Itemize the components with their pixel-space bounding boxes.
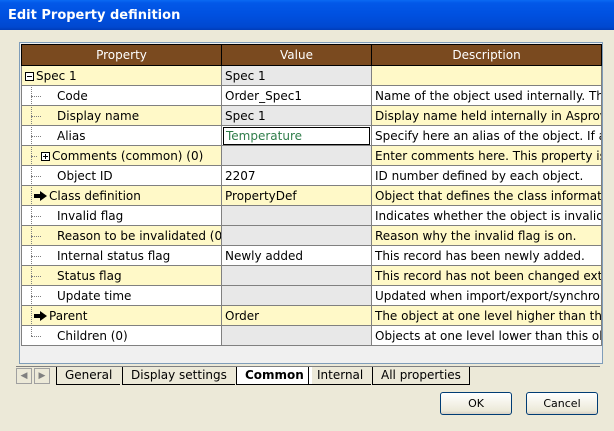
link-arrow-icon[interactable] — [34, 191, 47, 201]
property-cell[interactable]: Spec 1 — [21, 65, 222, 86]
property-name: Status flag — [57, 268, 122, 283]
tab-internal[interactable]: Internal — [308, 367, 372, 385]
property-cell[interactable]: Parent — [21, 305, 222, 326]
description-cell: Display name held internally in Asprov — [371, 105, 602, 126]
table-row[interactable]: Update time Updated when import/export/s… — [21, 285, 602, 306]
property-cell[interactable]: Children (0) — [21, 325, 222, 346]
tab-strip: ◀ ▶ General Display settings Common Inte… — [16, 366, 600, 385]
column-header-property[interactable]: Property — [21, 44, 222, 66]
value-cell[interactable]: Order_Spec1 — [221, 85, 372, 106]
table-row[interactable]: Code Order_Spec1 Name of the object used… — [21, 85, 602, 106]
description-cell: This record has been newly added. — [371, 245, 602, 266]
table-row[interactable]: Parent Order The object at one level hig… — [21, 305, 602, 326]
table-row[interactable]: Comments (common) (0) Enter comments her… — [21, 145, 602, 166]
value-cell[interactable]: Spec 1 — [221, 65, 372, 86]
tab-all-properties[interactable]: All properties — [372, 367, 470, 385]
description-cell: Objects at one level lower than this obj — [371, 325, 602, 346]
property-cell[interactable]: Code — [21, 85, 222, 106]
property-name: Update time — [57, 288, 132, 303]
description-cell: Updated when import/export/synchroni — [371, 285, 602, 306]
property-cell[interactable]: Object ID — [21, 165, 222, 186]
description-cell — [371, 65, 602, 86]
property-cell[interactable]: Display name — [21, 105, 222, 126]
description-cell: Reason why the invalid flag is on. — [371, 225, 602, 246]
tab-scroll-right-icon[interactable]: ▶ — [34, 368, 50, 384]
value-cell[interactable] — [221, 205, 372, 226]
tab-general[interactable]: General — [56, 367, 121, 385]
collapse-icon[interactable] — [25, 71, 34, 81]
property-name: Reason to be invalidated (0) — [57, 228, 222, 243]
value-cell[interactable] — [221, 265, 372, 286]
value-cell[interactable]: 2207 — [221, 165, 372, 186]
column-header-value[interactable]: Value — [221, 44, 372, 66]
table-row[interactable]: Alias Temperature Specify here an alias … — [21, 125, 602, 146]
description-cell: ID number defined by each object. — [371, 165, 602, 186]
property-cell[interactable]: Status flag — [21, 265, 222, 286]
tab-common[interactable]: Common — [236, 367, 312, 385]
property-cell[interactable]: Reason to be invalidated (0) — [21, 225, 222, 246]
value-cell[interactable] — [221, 145, 372, 166]
value-cell[interactable]: Newly added — [221, 245, 372, 266]
property-grid: Property Value Description Spec 1 Spec 1 — [21, 44, 602, 346]
table-row[interactable]: Invalid flag Indicates whether the objec… — [21, 205, 602, 226]
property-cell[interactable]: Alias — [21, 125, 222, 146]
property-cell[interactable]: Class definition — [21, 185, 222, 206]
table-row[interactable]: Internal status flag Newly added This re… — [21, 245, 602, 266]
description-cell: Enter comments here. This property is — [371, 145, 602, 166]
table-row[interactable]: Class definition PropertyDef Object that… — [21, 185, 602, 206]
value-cell[interactable] — [221, 285, 372, 306]
table-row[interactable]: Object ID 2207 ID number defined by each… — [21, 165, 602, 186]
description-cell: Name of the object used internally. The — [371, 85, 602, 106]
value-cell[interactable]: Spec 1 — [221, 105, 372, 126]
value-cell[interactable] — [221, 325, 372, 346]
property-name: Invalid flag — [57, 208, 124, 223]
table-row[interactable]: Children (0) Objects at one level lower … — [21, 325, 602, 346]
property-cell[interactable]: Comments (common) (0) — [21, 145, 222, 166]
property-name: Children (0) — [57, 328, 128, 343]
property-name: Class definition — [49, 188, 141, 203]
description-cell: Object that defines the class informatio — [371, 185, 602, 206]
link-arrow-icon[interactable] — [34, 311, 47, 321]
edit-property-dialog: Edit Property definition Property Value … — [0, 0, 614, 431]
alias-input[interactable]: Temperature — [223, 126, 370, 145]
ok-button[interactable]: OK — [440, 392, 512, 415]
window-title: Edit Property definition — [8, 8, 181, 23]
dialog-client: Property Value Description Spec 1 Spec 1 — [3, 30, 611, 428]
table-row[interactable]: Reason to be invalidated (0) Reason why … — [21, 225, 602, 246]
tab-scroll-left-icon[interactable]: ◀ — [16, 368, 32, 384]
property-name: Parent — [49, 308, 88, 323]
property-name: Alias — [57, 128, 86, 143]
expand-icon[interactable] — [41, 151, 50, 161]
grid-header-row: Property Value Description — [21, 44, 602, 66]
property-name: Display name — [57, 108, 140, 123]
table-row[interactable]: Spec 1 Spec 1 — [21, 65, 602, 86]
property-grid-frame: Property Value Description Spec 1 Spec 1 — [19, 42, 603, 364]
description-cell: Specify here an alias of the object. If … — [371, 125, 602, 146]
table-row[interactable]: Status flag This record has not been cha… — [21, 265, 602, 286]
value-cell[interactable] — [221, 225, 372, 246]
property-name: Internal status flag — [57, 248, 171, 263]
value-cell[interactable]: Order — [221, 305, 372, 326]
alias-value-editor[interactable]: Temperature — [221, 125, 372, 146]
description-cell: Indicates whether the object is invalid … — [371, 205, 602, 226]
property-cell[interactable]: Invalid flag — [21, 205, 222, 226]
description-cell: The object at one level higher than this — [371, 305, 602, 326]
title-bar[interactable]: Edit Property definition — [0, 0, 614, 30]
value-cell[interactable]: PropertyDef — [221, 185, 372, 206]
property-cell[interactable]: Internal status flag — [21, 245, 222, 266]
column-header-description[interactable]: Description — [371, 44, 602, 66]
property-cell[interactable]: Update time — [21, 285, 222, 306]
property-name: Spec 1 — [36, 68, 77, 83]
property-name: Object ID — [57, 168, 113, 183]
tab-display-settings[interactable]: Display settings — [122, 367, 235, 385]
description-cell: This record has not been changed exte — [371, 265, 602, 286]
table-row[interactable]: Display name Spec 1 Display name held in… — [21, 105, 602, 126]
cancel-button[interactable]: Cancel — [526, 392, 598, 415]
property-name: Code — [57, 88, 88, 103]
property-name: Comments (common) (0) — [52, 148, 204, 163]
